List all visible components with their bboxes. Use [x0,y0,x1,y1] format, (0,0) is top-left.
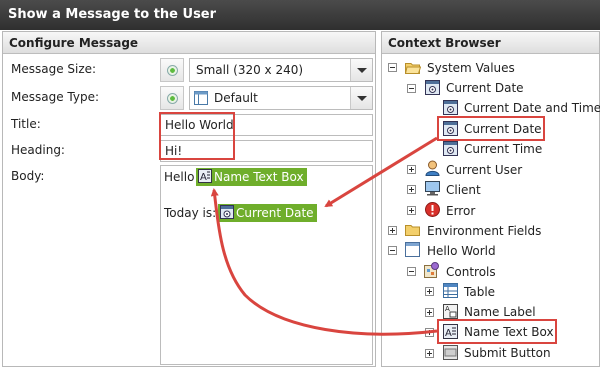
arrow-current-date [324,136,438,208]
annotation-arrows [210,136,438,336]
arrow-name-text-box [210,188,438,336]
